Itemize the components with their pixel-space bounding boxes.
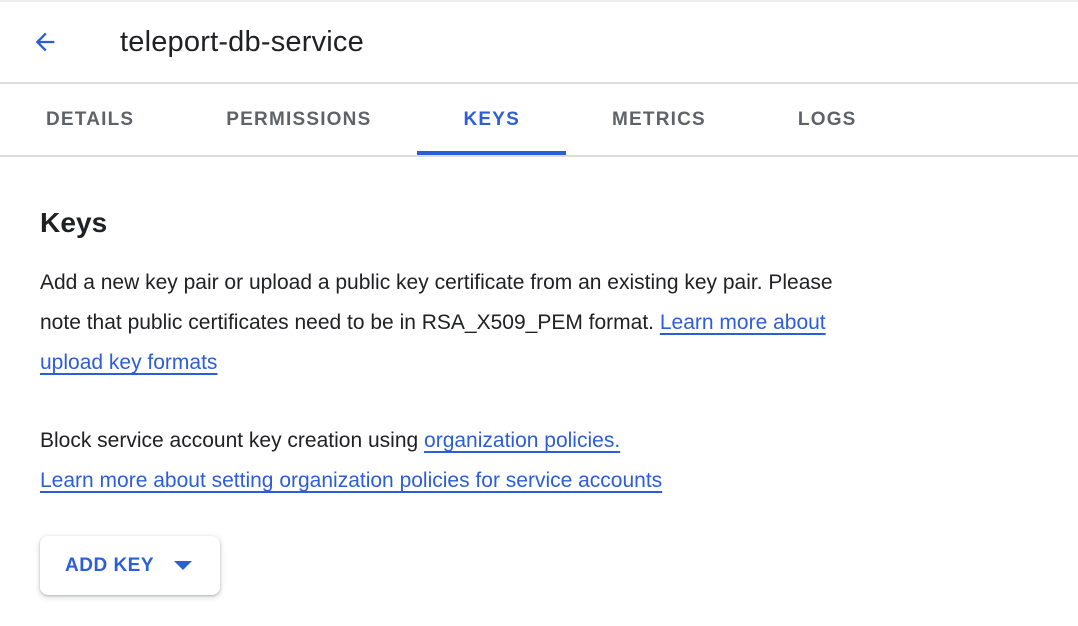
- service-account-keys-page: teleport-db-service DETAILS PERMISSIONS …: [0, 0, 1078, 626]
- tab-metrics[interactable]: METRICS: [566, 84, 752, 155]
- block-key-creation-note: Block service account key creation using…: [40, 421, 1038, 501]
- page-title: teleport-db-service: [120, 26, 364, 59]
- page-header: teleport-db-service: [0, 2, 1078, 84]
- section-heading: Keys: [40, 207, 1038, 239]
- organization-policies-link[interactable]: organization policies.: [424, 429, 620, 452]
- keys-panel: Keys Add a new key pair or upload a publ…: [0, 157, 1078, 595]
- tab-label: PERMISSIONS: [226, 109, 371, 131]
- description-line-1: Add a new key pair or upload a public ke…: [40, 271, 833, 294]
- tab-logs[interactable]: LOGS: [752, 84, 903, 155]
- tab-permissions[interactable]: PERMISSIONS: [180, 84, 417, 155]
- org-policies-learn-more-link[interactable]: Learn more about setting organization po…: [40, 469, 662, 492]
- keys-description: Add a new key pair or upload a public ke…: [40, 263, 1038, 383]
- link-text: upload key formats: [40, 351, 217, 374]
- tab-label: KEYS: [463, 109, 520, 131]
- tab-keys[interactable]: KEYS: [417, 84, 566, 155]
- add-key-label: ADD KEY: [65, 555, 154, 577]
- note-line-1: Block service account key creation using: [40, 429, 418, 452]
- tab-details[interactable]: DETAILS: [0, 84, 180, 155]
- link-text: Learn more about: [660, 311, 826, 334]
- tab-label: DETAILS: [46, 109, 134, 131]
- tab-label: METRICS: [612, 109, 706, 131]
- back-button[interactable]: [30, 27, 60, 57]
- arrow-back-icon: [31, 28, 59, 56]
- add-key-button[interactable]: ADD KEY: [40, 536, 220, 595]
- tab-label: LOGS: [798, 109, 857, 131]
- description-line-2: note that public certificates need to be…: [40, 311, 654, 334]
- dropdown-caret-icon: [174, 561, 192, 570]
- tab-bar: DETAILS PERMISSIONS KEYS METRICS LOGS: [0, 84, 1078, 157]
